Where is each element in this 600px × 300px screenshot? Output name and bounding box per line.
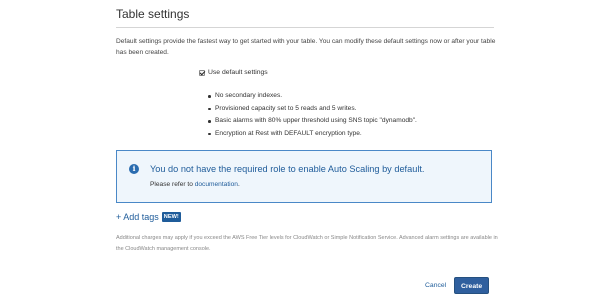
list-item: No secondary indexes. <box>207 90 417 103</box>
notice-body: Please refer to documentation. <box>150 181 240 188</box>
add-tags-link[interactable]: + Add tags NEW! <box>116 212 181 222</box>
notice-body-suffix: . <box>237 181 240 188</box>
section-intro: Default settings provide the fastest way… <box>116 38 496 56</box>
notice-body-prefix: Please refer to <box>150 181 195 188</box>
new-badge: NEW! <box>161 212 181 222</box>
list-item: Basic alarms with 80% upper threshold us… <box>207 115 417 128</box>
info-icon: i <box>129 164 139 174</box>
cancel-button[interactable]: Cancel <box>425 282 446 289</box>
section-divider <box>116 27 494 28</box>
default-settings-list: No secondary indexes. Provisioned capaci… <box>207 90 417 140</box>
list-item: Provisioned capacity set to 5 reads and … <box>207 103 417 116</box>
auto-scaling-notice: i You do not have the required role to e… <box>116 150 492 203</box>
use-default-settings-option[interactable]: Use default settings <box>199 69 268 76</box>
section-title: Table settings <box>116 7 190 21</box>
use-default-settings-checkbox[interactable] <box>199 69 205 76</box>
notice-title: You do not have the required role to ena… <box>150 164 425 174</box>
use-default-settings-label: Use default settings <box>208 69 268 76</box>
add-tags-label: + Add tags <box>116 212 159 222</box>
create-button[interactable]: Create <box>454 277 489 294</box>
list-item: Encryption at Rest with DEFAULT encrypti… <box>207 128 417 141</box>
charges-footnote: Additional charges may apply if you exce… <box>116 235 498 252</box>
documentation-link[interactable]: documentation <box>195 181 238 188</box>
